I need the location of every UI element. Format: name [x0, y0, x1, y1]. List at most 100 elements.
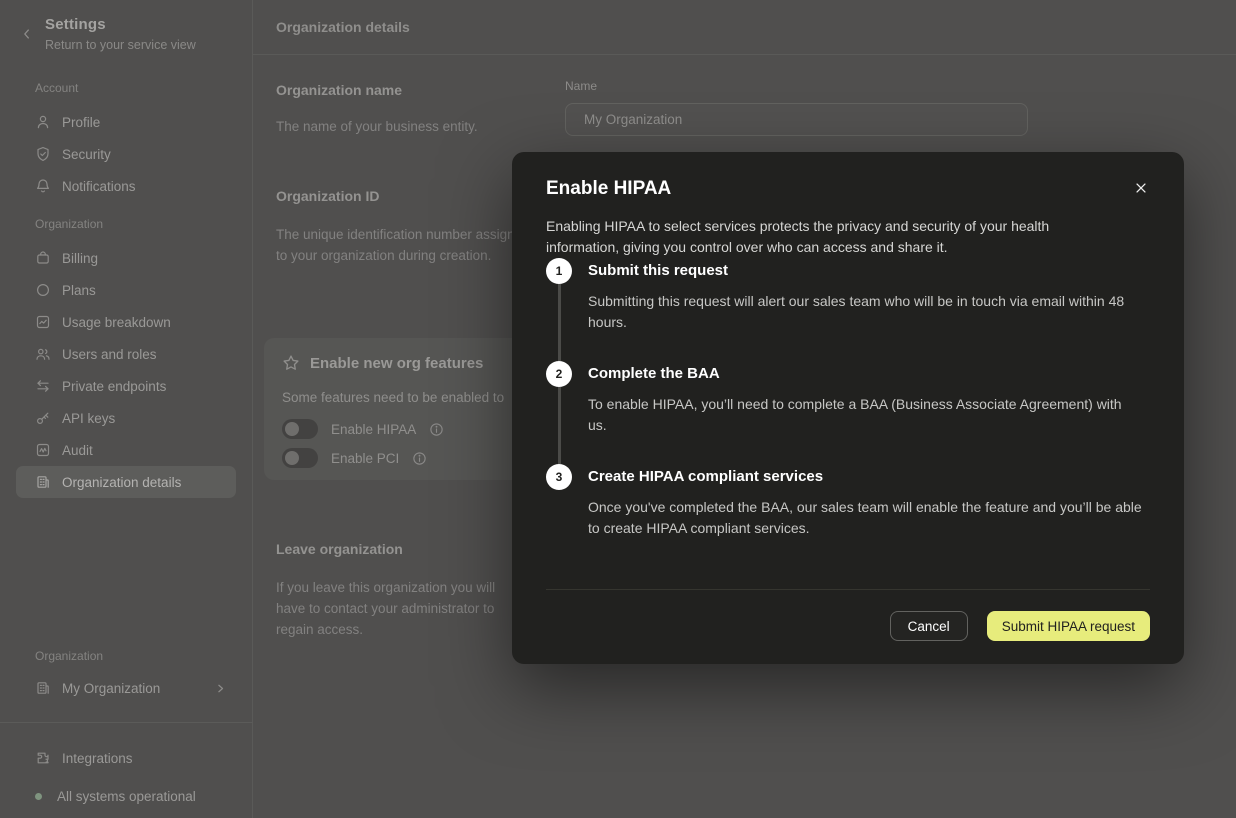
- enable-pci-row: Enable PCI: [282, 447, 427, 469]
- sidebar-item-plans[interactable]: Plans: [16, 274, 236, 306]
- sidebar-item-label: Integrations: [62, 751, 133, 766]
- bag-icon: [35, 250, 51, 266]
- back-chevron-icon[interactable]: [20, 27, 34, 41]
- enable-hipaa-modal: Enable HIPAA Enabling HIPAA to select se…: [512, 152, 1184, 664]
- modal-footer-divider: [546, 589, 1150, 590]
- step-number-badge: 1: [546, 258, 572, 284]
- step-body: To enable HIPAA, you’ll need to complete…: [588, 394, 1144, 436]
- sidebar-item-label: My Organization: [62, 681, 160, 696]
- sidebar-item-integrations[interactable]: Integrations: [16, 742, 237, 774]
- shield-check-icon: [35, 146, 51, 162]
- sidebar-item-label: Audit: [62, 443, 93, 458]
- step-body: Once you've completed the BAA, our sales…: [588, 497, 1144, 539]
- building-icon: [35, 680, 51, 696]
- org-id-label: Organization ID: [276, 188, 379, 204]
- toggle-knob: [285, 451, 299, 465]
- sidebar-item-label: Organization details: [62, 475, 181, 490]
- org-name-label: Organization name: [276, 82, 402, 98]
- leave-org-desc: If you leave this organization you will …: [276, 577, 528, 640]
- features-card-title: Enable new org features: [310, 355, 483, 372]
- section-label-organization-bottom: Organization: [0, 646, 253, 666]
- sidebar-item-notifications[interactable]: Notifications: [16, 170, 236, 202]
- organization-nav: Billing Plans Usage breakdown Users and …: [0, 242, 252, 498]
- org-name-desc: The name of your business entity.: [276, 116, 532, 137]
- toggle-knob: [285, 422, 299, 436]
- enable-pci-toggle[interactable]: [282, 448, 318, 468]
- puzzle-icon: [35, 750, 51, 766]
- sidebar-item-security[interactable]: Security: [16, 138, 236, 170]
- step-create-services: 3 Create HIPAA compliant services Once y…: [546, 464, 1144, 539]
- cancel-button[interactable]: Cancel: [890, 611, 968, 641]
- pulse-square-icon: [35, 442, 51, 458]
- sidebar-item-audit[interactable]: Audit: [16, 434, 236, 466]
- sidebar-item-label: Plans: [62, 283, 96, 298]
- arrows-swap-icon: [35, 378, 51, 394]
- sidebar-item-users-and-roles[interactable]: Users and roles: [16, 338, 236, 370]
- step-title: Create HIPAA compliant services: [588, 464, 1144, 490]
- bell-icon: [35, 178, 51, 194]
- step-title: Submit this request: [588, 258, 1144, 284]
- toggle-label: Enable HIPAA: [331, 422, 416, 437]
- circle-icon: [35, 282, 51, 298]
- status-ok-dot-icon: [35, 793, 42, 800]
- sidebar-item-label: Notifications: [62, 179, 136, 194]
- section-label-account: Account: [0, 78, 252, 98]
- sidebar-item-usage-breakdown[interactable]: Usage breakdown: [16, 306, 236, 338]
- step-rail: 1: [546, 258, 572, 361]
- info-icon[interactable]: [429, 422, 444, 437]
- status-text: All systems operational: [57, 789, 196, 804]
- chart-wave-icon: [35, 314, 51, 330]
- leave-org-label: Leave organization: [276, 541, 403, 557]
- sidebar-item-label: API keys: [62, 411, 115, 426]
- info-icon[interactable]: [412, 451, 427, 466]
- hipaa-steps: 1 Submit this request Submitting this re…: [546, 258, 1144, 539]
- modal-description: Enabling HIPAA to select services protec…: [546, 216, 1124, 258]
- features-card-desc: Some features need to be enabled to: [282, 390, 504, 405]
- sidebar-item-label: Billing: [62, 251, 98, 266]
- org-id-desc: The unique identification number assigne…: [276, 224, 532, 266]
- step-number-badge: 3: [546, 464, 572, 490]
- sidebar-bottom: Organization My Organization Integration…: [0, 640, 253, 812]
- page-title: Organization details: [276, 19, 410, 35]
- sidebar-item-api-keys[interactable]: API keys: [16, 402, 236, 434]
- sidebar-title: Settings: [45, 16, 252, 33]
- sidebar-item-label: Profile: [62, 115, 100, 130]
- sidebar-item-billing[interactable]: Billing: [16, 242, 236, 274]
- enable-hipaa-row: Enable HIPAA: [282, 418, 444, 440]
- system-status[interactable]: All systems operational: [16, 780, 237, 812]
- modal-title: Enable HIPAA: [546, 178, 671, 200]
- user-icon: [35, 114, 51, 130]
- sidebar-item-organization-details[interactable]: Organization details: [16, 466, 236, 498]
- name-field-label: Name: [565, 79, 597, 93]
- sidebar-item-label: Security: [62, 147, 111, 162]
- step-rail: 2: [546, 361, 572, 464]
- modal-footer: Cancel Submit HIPAA request: [890, 611, 1150, 641]
- sidebar-item-label: Users and roles: [62, 347, 157, 362]
- sidebar-item-private-endpoints[interactable]: Private endpoints: [16, 370, 236, 402]
- settings-sidebar: Settings Return to your service view Acc…: [0, 0, 253, 818]
- step-connector: [558, 284, 561, 361]
- step-number-badge: 2: [546, 361, 572, 387]
- section-label-organization: Organization: [0, 214, 252, 234]
- sidebar-item-label: Usage breakdown: [62, 315, 171, 330]
- submit-hipaa-request-button[interactable]: Submit HIPAA request: [987, 611, 1150, 641]
- sidebar-item-profile[interactable]: Profile: [16, 106, 236, 138]
- enable-hipaa-toggle[interactable]: [282, 419, 318, 439]
- sidebar-subtitle: Return to your service view: [45, 38, 252, 52]
- close-icon[interactable]: [1134, 181, 1148, 195]
- sidebar-item-my-organization[interactable]: My Organization: [16, 672, 237, 704]
- step-complete-baa: 2 Complete the BAA To enable HIPAA, you’…: [546, 361, 1144, 464]
- step-rail: 3: [546, 464, 572, 539]
- sidebar-divider: [0, 722, 253, 723]
- account-nav: Profile Security Notifications: [0, 106, 252, 202]
- building-icon: [35, 474, 51, 490]
- key-icon: [35, 410, 51, 426]
- organization-name-input[interactable]: My Organization: [565, 103, 1028, 136]
- step-connector: [558, 387, 561, 464]
- step-title: Complete the BAA: [588, 361, 1144, 387]
- star-icon: [282, 354, 300, 372]
- step-submit-request: 1 Submit this request Submitting this re…: [546, 258, 1144, 361]
- header-divider: [253, 54, 1236, 55]
- step-body: Submitting this request will alert our s…: [588, 291, 1144, 333]
- users-icon: [35, 346, 51, 362]
